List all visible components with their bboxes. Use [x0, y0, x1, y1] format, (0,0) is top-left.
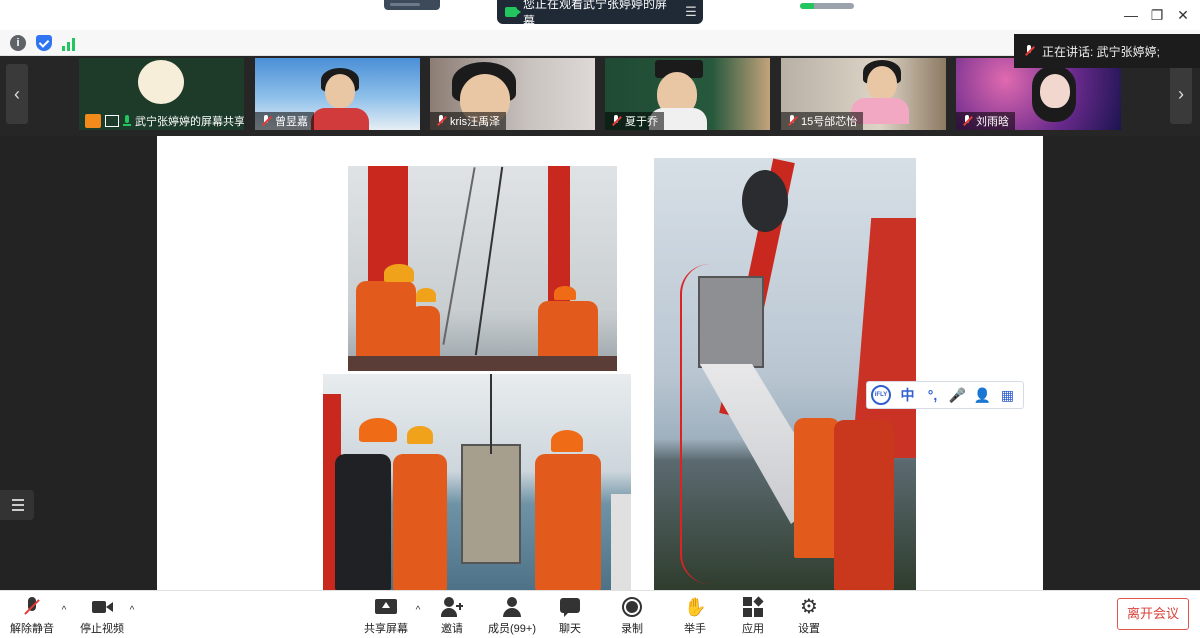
tile-name-bar: 武宁张婷婷的屏幕共享 — [79, 112, 244, 130]
participant-tile[interactable]: 刘雨晗 — [956, 58, 1121, 130]
participant-tile[interactable]: 夏于乔 — [605, 58, 770, 130]
punctuation-button[interactable]: °, — [920, 383, 945, 407]
tile-name-bar: 夏于乔 — [605, 112, 664, 130]
participant-strip: ‹ 武宁张婷婷的屏幕共享 曾昱嘉 kris汪禹泽 夏于乔 15号邰芯怡 刘雨晗 … — [0, 56, 1200, 192]
shared-slide: iFLY 中 °, 🎤 👤 ▦ — [157, 136, 1043, 590]
shield-icon[interactable] — [36, 35, 52, 51]
add-user-icon — [441, 596, 463, 618]
person-face — [325, 74, 355, 108]
tile-name-bar: 曾昱嘉 — [255, 112, 314, 130]
record-button[interactable]: 录制 — [604, 593, 660, 637]
participant-name: 刘雨晗 — [976, 116, 1009, 128]
participant-name: 15号邰芯怡 — [801, 116, 858, 128]
floating-control-pill[interactable] — [384, 0, 440, 10]
share-options-caret[interactable]: ^ — [412, 605, 424, 616]
mic-muted-icon — [962, 115, 972, 127]
participant-name: 武宁张婷婷的屏幕共享 — [135, 116, 244, 128]
meeting-control-bar: 解除静音 ^ 停止视频 ^ 共享屏幕 ^ 邀请 成员(99+) 聊天 录制 ✋ … — [0, 590, 1200, 638]
participant-tile[interactable]: 曾昱嘉 — [255, 58, 420, 130]
members-icon — [501, 596, 523, 618]
members-button[interactable]: 成员(99+) — [484, 593, 540, 637]
mic-muted-icon — [261, 115, 271, 127]
shared-screen-stage: iFLY 中 °, 🎤 👤 ▦ — [0, 136, 1200, 590]
mic-muted-icon — [436, 115, 446, 127]
unmute-button[interactable]: 解除静音 — [4, 593, 60, 637]
participant-tile[interactable]: kris汪禹泽 — [430, 58, 595, 130]
chat-icon — [559, 596, 581, 618]
stop-video-button[interactable]: 停止视频 — [74, 593, 130, 637]
camera-icon — [505, 7, 521, 17]
info-icon[interactable]: i — [10, 35, 26, 51]
audio-level-indicator — [800, 3, 854, 9]
voice-input-icon[interactable]: 🎤 — [945, 383, 970, 407]
restore-button[interactable]: ❐ — [1146, 5, 1168, 25]
video-options-caret[interactable]: ^ — [126, 605, 138, 616]
list-toggle-icon[interactable] — [0, 490, 34, 520]
photo-sampler-deployment — [323, 374, 631, 590]
participant-tile[interactable]: 15号邰芯怡 — [781, 58, 946, 130]
mic-muted-icon — [21, 596, 43, 618]
ifly-toolbar: iFLY 中 °, 🎤 👤 ▦ — [866, 381, 1024, 409]
participant-name: kris汪禹泽 — [450, 116, 501, 128]
strip-prev-button[interactable]: ‹ — [6, 64, 28, 124]
hand-icon: ✋ — [684, 597, 707, 617]
strip-next-button[interactable]: › — [1170, 64, 1192, 124]
participant-name: 夏于乔 — [625, 116, 658, 128]
person-face — [867, 66, 897, 100]
settings-button[interactable]: ⚙ 设置 — [781, 593, 837, 637]
share-screen-icon — [375, 596, 397, 618]
viewing-text: 您正在观看武宁张婷婷的屏幕 — [523, 0, 668, 28]
audio-options-caret[interactable]: ^ — [58, 605, 70, 616]
record-icon — [621, 596, 643, 618]
apps-grid-icon — [742, 596, 764, 618]
participant-name: 曾昱嘉 — [275, 116, 308, 128]
title-bar: 您正在观看武宁张婷婷的屏幕 ☰ — ❐ ✕ — [0, 0, 1200, 30]
tile-name-bar: kris汪禹泽 — [430, 112, 507, 130]
share-screen-button[interactable]: 共享屏幕 — [358, 593, 414, 637]
share-icon — [85, 114, 101, 128]
video-camera-icon — [91, 596, 113, 618]
mic-muted-icon — [611, 115, 621, 127]
apps-grid-icon[interactable]: ▦ — [995, 383, 1020, 407]
ifly-logo-icon[interactable]: iFLY — [871, 385, 891, 405]
mic-on-icon — [123, 115, 131, 127]
participant-tile[interactable]: 武宁张婷婷的屏幕共享 — [79, 58, 244, 130]
mic-muted-icon — [1024, 45, 1034, 57]
photo-net-hoist — [654, 158, 916, 590]
invite-button[interactable]: 邀请 — [424, 593, 480, 637]
chinese-mode-button[interactable]: 中 — [895, 383, 920, 407]
raise-hand-button[interactable]: ✋ 举手 — [667, 593, 723, 637]
active-speaker-text: 正在讲话: 武宁张婷婷; — [1042, 44, 1161, 59]
chat-button[interactable]: 聊天 — [542, 593, 598, 637]
close-button[interactable]: ✕ — [1172, 5, 1194, 25]
photo-ship-deck-crane — [348, 166, 617, 371]
screen-icon — [105, 115, 119, 127]
viewing-banner[interactable]: 您正在观看武宁张婷婷的屏幕 ☰ — [497, 0, 703, 28]
gear-icon: ⚙ — [800, 596, 818, 618]
user-icon[interactable]: 👤 — [970, 383, 995, 407]
signal-icon[interactable] — [62, 35, 78, 51]
minimize-button[interactable]: — — [1120, 5, 1142, 25]
person-face — [1040, 74, 1070, 108]
tile-name-bar: 刘雨晗 — [956, 112, 1015, 130]
leave-meeting-button[interactable]: 离开会议 — [1117, 598, 1189, 630]
tile-name-bar: 15号邰芯怡 — [781, 112, 864, 130]
active-speaker-banner: 正在讲话: 武宁张婷婷; — [1014, 34, 1200, 68]
person-body — [311, 108, 369, 130]
apps-button[interactable]: 应用 — [725, 593, 781, 637]
menu-icon[interactable]: ☰ — [679, 4, 703, 20]
mic-muted-icon — [787, 115, 797, 127]
avatar — [138, 60, 184, 104]
